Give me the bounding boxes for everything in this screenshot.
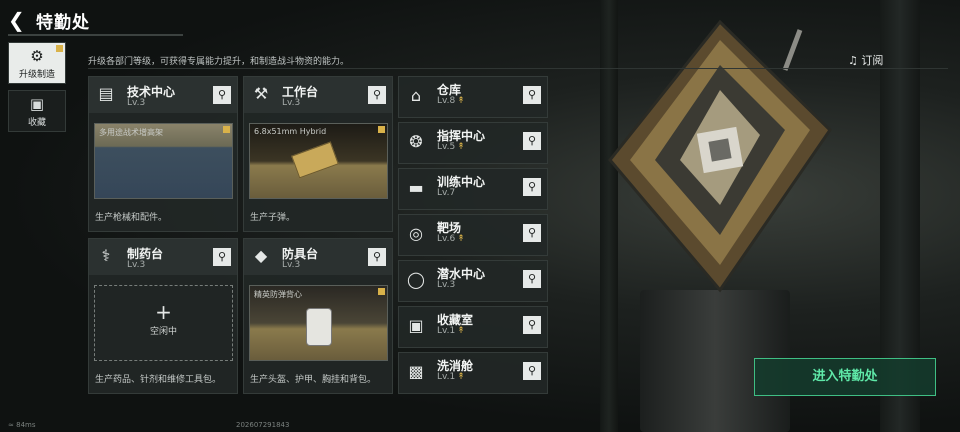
notice-badge-icon <box>378 126 385 133</box>
search-icon[interactable]: ⚲ <box>368 248 386 266</box>
card-decon-chamber[interactable]: ▩ 洗消舱 Lv.1 ↟ ⚲ <box>398 352 548 394</box>
card-warehouse[interactable]: ⌂ 仓库 Lv.8 ↟ ⚲ <box>398 76 548 118</box>
card-diving-center[interactable]: ◯ 潜水中心 Lv.3 ⚲ <box>398 260 548 302</box>
enter-button[interactable]: 进入特勤处 <box>754 358 936 396</box>
level-text: Lv.1 <box>437 326 456 336</box>
garage-icon: ⌂ <box>410 86 422 105</box>
decon-icon: ▩ <box>408 362 424 381</box>
search-icon[interactable]: ⚲ <box>368 86 386 104</box>
card-pharmacy[interactable]: ⚕ 制药台 Lv.3 ⚲ + 空闲中 生产药品、针剂和维修工具包。 <box>88 238 238 394</box>
upgrade-arrow-icon: ↟ <box>457 234 465 244</box>
search-icon[interactable]: ⚲ <box>523 86 541 104</box>
craft-item-caption: 6.8x51mm Hybrid <box>254 127 327 136</box>
level-text: Lv.5 <box>437 142 456 152</box>
page-title: 特勤处 <box>36 13 90 33</box>
status-bar: ≈ 84ms 202607291843 <box>8 421 289 429</box>
upgrade-arrow-icon: ↟ <box>457 142 465 152</box>
dumbbell-icon: ▬ <box>408 178 424 197</box>
vest-icon <box>306 308 332 346</box>
level-text: Lv.6 <box>437 234 456 244</box>
card-level: Lv.3 <box>282 98 301 108</box>
card-workbench[interactable]: ⚒ 工作台 Lv.3 ⚲ 6.8x51mm Hybrid 生产子弹。 <box>243 76 393 232</box>
nav-collection-label: 收藏 <box>27 118 46 128</box>
monitor-icon: ▤ <box>98 84 114 103</box>
target-icon: ◎ <box>409 224 423 243</box>
search-icon[interactable]: ⚲ <box>523 316 541 334</box>
level-text: Lv.8 <box>437 96 456 106</box>
card-collection-room[interactable]: ▣ 收藏室 Lv.1 ↟ ⚲ <box>398 306 548 348</box>
card-description: 生产枪械和配件。 <box>95 213 168 223</box>
session-id: 202607291843 <box>236 421 290 429</box>
card-level: Lv.1 ↟ <box>437 326 465 336</box>
nav-upgrade-label: 升级制造 <box>18 70 55 80</box>
collection-icon: ▣ <box>29 95 45 113</box>
top-bar: ❮ 特勤处 <box>0 0 960 40</box>
search-icon[interactable]: ⚲ <box>523 132 541 150</box>
page-description: 升级各部门等级，可获得专属能力提升，和制造战斗物资的能力。 <box>88 57 350 67</box>
craft-item-image[interactable]: 6.8x51mm Hybrid <box>249 123 388 199</box>
search-icon[interactable]: ⚲ <box>523 362 541 380</box>
subscribe-button[interactable]: ♫ 订阅 <box>848 52 883 68</box>
craft-item-image[interactable]: 多用途战术增高架 <box>94 123 233 199</box>
plus-icon: + <box>155 300 172 324</box>
search-icon[interactable]: ⚲ <box>213 248 231 266</box>
title-divider <box>8 34 183 36</box>
upgrade-arrow-icon: ↟ <box>457 96 465 106</box>
ammo-box-icon <box>291 141 339 179</box>
nav-upgrade[interactable]: ⚙ 升级制造 <box>8 42 66 84</box>
card-level: Lv.3 <box>437 280 456 290</box>
card-level: Lv.7 <box>437 188 456 198</box>
rotating-cube-image <box>608 19 832 293</box>
idle-slot[interactable]: + 空闲中 <box>94 285 233 361</box>
wifi-icon: ≈ <box>8 421 14 429</box>
upgrade-arrow-icon: ↟ <box>457 372 465 382</box>
level-text: Lv.1 <box>437 372 456 382</box>
showcase-icon: ▣ <box>408 316 424 335</box>
search-icon[interactable]: ⚲ <box>523 178 541 196</box>
ping-text: 84ms <box>16 421 36 429</box>
card-command-center[interactable]: ❂ 指挥中心 Lv.5 ↟ ⚲ <box>398 122 548 164</box>
card-tech-center[interactable]: ▤ 技术中心 Lv.3 ⚲ 多用途战术增高架 生产枪械和配件。 <box>88 76 238 232</box>
card-description: 生产药品、针剂和维修工具包。 <box>95 375 222 385</box>
subscribe-label: 订阅 <box>861 54 884 67</box>
upgrade-arrow-icon: ↟ <box>457 326 465 336</box>
nav-collection[interactable]: ▣ 收藏 <box>8 90 66 132</box>
armor-parts-icon: ◆ <box>254 246 268 265</box>
card-description: 生产子弹。 <box>250 213 296 223</box>
header-divider <box>88 68 948 69</box>
search-icon[interactable]: ⚲ <box>213 86 231 104</box>
card-level: Lv.3 <box>282 260 301 270</box>
chip-icon: ❂ <box>409 132 423 151</box>
card-level: Lv.5 ↟ <box>437 142 465 152</box>
card-description: 生产头盔、护甲、胸挂和背包。 <box>250 375 377 385</box>
craft-item-caption: 精英防弹背心 <box>254 290 302 299</box>
card-level: Lv.1 ↟ <box>437 372 465 382</box>
card-armor-bench[interactable]: ◆ 防具台 Lv.3 ⚲ 精英防弹背心 生产头盔、护甲、胸挂和背包。 <box>243 238 393 394</box>
notice-badge-icon <box>223 126 230 133</box>
back-arrow-icon[interactable]: ❮ <box>8 8 34 32</box>
tools-icon: ⚒ <box>253 84 269 103</box>
craft-item-caption: 多用途战术增高架 <box>99 128 163 137</box>
card-training-center[interactable]: ▬ 训练中心 Lv.7 ⚲ <box>398 168 548 210</box>
search-icon[interactable]: ⚲ <box>523 270 541 288</box>
card-level: Lv.3 <box>127 98 146 108</box>
microscope-icon: ⚕ <box>101 246 111 265</box>
idle-label: 空闲中 <box>149 327 177 337</box>
card-level: Lv.8 ↟ <box>437 96 465 106</box>
notice-badge-icon <box>56 45 63 52</box>
card-level: Lv.6 ↟ <box>437 234 465 244</box>
search-icon[interactable]: ⚲ <box>523 224 541 242</box>
diving-mask-icon: ◯ <box>407 270 425 289</box>
card-shooting-range[interactable]: ◎ 靶场 Lv.6 ↟ ⚲ <box>398 214 548 256</box>
bell-icon: ♫ <box>848 54 858 67</box>
notice-badge-icon <box>378 288 385 295</box>
card-level: Lv.3 <box>127 260 146 270</box>
craft-item-image[interactable]: 精英防弹背心 <box>249 285 388 361</box>
